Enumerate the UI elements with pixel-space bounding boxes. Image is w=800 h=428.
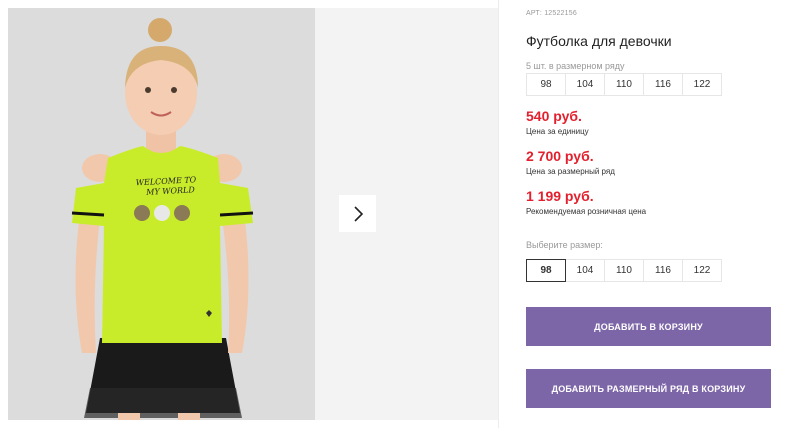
- unit-price-label: Цена за единицу: [526, 127, 589, 136]
- size-option-116[interactable]: 116: [643, 259, 683, 282]
- size-option-122[interactable]: 122: [682, 259, 722, 282]
- pack-price: 2 700 руб.: [526, 148, 594, 164]
- unit-price: 540 руб.: [526, 108, 582, 124]
- size-option-110[interactable]: 110: [604, 259, 644, 282]
- pack-size-grid: 98 104 110 116 122: [526, 73, 722, 96]
- pack-size-cell: 98: [526, 73, 566, 96]
- pack-size-cell: 104: [565, 73, 605, 96]
- article-number: АРТ: 12522156: [526, 10, 577, 17]
- size-option-98[interactable]: 98: [526, 259, 566, 282]
- column-divider: [498, 0, 499, 428]
- pack-price-label: Цена за размерный ряд: [526, 167, 615, 176]
- product-gallery: WELCOME TO MY WORLD: [0, 0, 500, 428]
- pack-size-cell: 110: [604, 73, 644, 96]
- retail-price: 1 199 руб.: [526, 188, 594, 204]
- size-selector: 98 104 110 116 122: [526, 259, 722, 282]
- next-image-button[interactable]: [339, 195, 376, 232]
- add-size-row-button[interactable]: ДОБАВИТЬ РАЗМЕРНЫЙ РЯД В КОРЗИНУ: [526, 369, 771, 408]
- pack-size-cell: 122: [682, 73, 722, 96]
- product-photo: WELCOME TO MY WORLD: [8, 8, 315, 420]
- choose-size-label: Выберите размер:: [526, 240, 603, 250]
- size-option-104[interactable]: 104: [565, 259, 605, 282]
- add-to-cart-button[interactable]: ДОБАВИТЬ В КОРЗИНУ: [526, 307, 771, 346]
- pack-size-cell: 116: [643, 73, 683, 96]
- retail-price-label: Рекомендуемая розничная цена: [526, 207, 647, 216]
- chevron-right-icon: [353, 205, 363, 222]
- pack-note: 5 шт. в размерном ряду: [526, 61, 625, 71]
- product-title: Футболка для девочки: [526, 33, 672, 49]
